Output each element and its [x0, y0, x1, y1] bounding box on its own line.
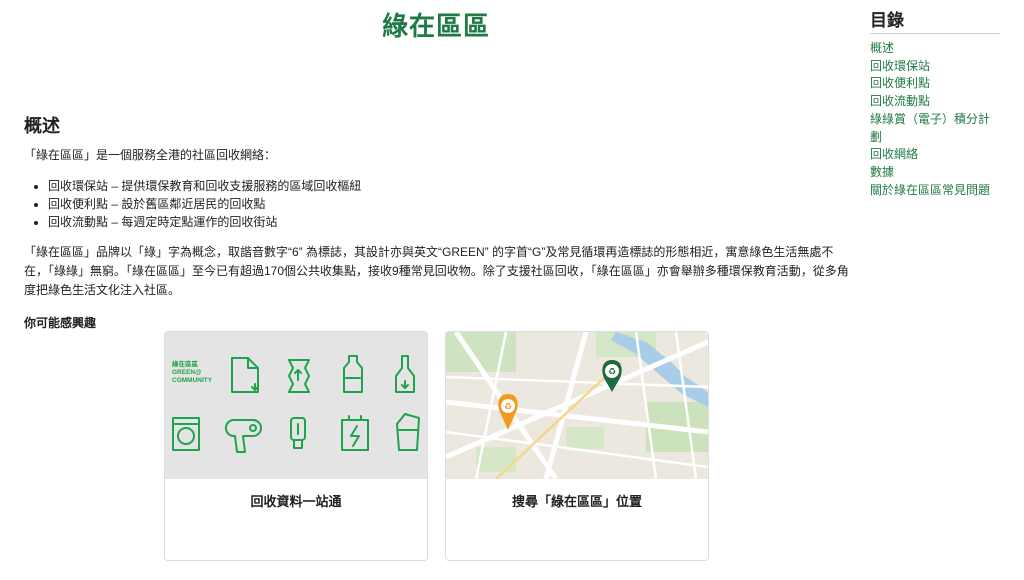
toc-link-overview[interactable]: 概述 — [870, 41, 894, 55]
toc-list: 概述 回收環保站 回收便利點 回收流動點 綠綠賞（電子）積分計劃 回收網絡 數據… — [870, 40, 1000, 199]
svg-text:♻: ♻ — [608, 368, 616, 378]
card-caption[interactable]: 搜尋「綠在區區」位置 — [446, 491, 708, 510]
toc-item[interactable]: 回收環保站 — [870, 58, 1000, 76]
toc-link-recycling-spots[interactable]: 回收便利點 — [870, 76, 930, 90]
map-image: ♻ ♻ — [446, 332, 708, 479]
list-item: 回收便利點 – 設於舊區鄰近居民的回收點 — [48, 195, 854, 213]
card-location-search[interactable]: ♻ ♻ 搜尋「綠在區區」位置 — [445, 331, 709, 561]
toc-item[interactable]: 綠綠賞（電子）積分計劃 — [870, 111, 1000, 146]
toc-item[interactable]: 關於綠在區區常見問題 — [870, 182, 1000, 200]
page-title: 綠在區區 — [381, 11, 490, 41]
overview-intro: 「綠在區區」是一個服務全港的社區回收網絡： — [24, 148, 277, 162]
toc-link-network[interactable]: 回收網絡 — [870, 147, 918, 161]
toc-item[interactable]: 回收流動點 — [870, 93, 1000, 111]
card-caption[interactable]: 回收資料一站通 — [165, 491, 427, 510]
overview-heading: 概述 — [24, 116, 60, 136]
logo-line: COMMUNITY — [172, 377, 213, 384]
toc-item[interactable]: 概述 — [870, 40, 1000, 58]
svg-text:♻: ♻ — [504, 403, 512, 413]
toc-link-data[interactable]: 數據 — [870, 165, 894, 179]
overview-bullet-list: 回收環保站 – 提供環保教育和回收支援服務的區域回收樞紐 回收便利點 – 設於舊… — [24, 177, 854, 231]
list-item: 回收環保站 – 提供環保教育和回收支援服務的區域回收樞紐 — [48, 177, 854, 195]
logo-line: 綠在區區 — [172, 359, 199, 368]
toc-item[interactable]: 回收網絡 — [870, 146, 1000, 164]
card-recycling-info[interactable]: 綠在區區 GREEN@ COMMUNITY 回收資料一站通 — [164, 331, 428, 561]
toc-link-green-rewards[interactable]: 綠綠賞（電子）積分計劃 — [870, 112, 990, 144]
logo-line: GREEN@ — [172, 369, 201, 376]
main-content: 概述 「綠在區區」是一個服務全港的社區回收網絡： 回收環保站 – 提供環保教育和… — [24, 112, 854, 331]
toc-link-recycling-stores[interactable]: 回收環保站 — [870, 59, 930, 73]
toc-title: 目錄 — [870, 6, 1000, 34]
toc-link-mobile-points[interactable]: 回收流動點 — [870, 94, 930, 108]
recyclables-icons-image: 綠在區區 GREEN@ COMMUNITY — [165, 332, 427, 479]
table-of-contents: 目錄 概述 回收環保站 回收便利點 回收流動點 綠綠賞（電子）積分計劃 回收網絡… — [870, 6, 1000, 199]
list-item: 回收流動點 – 每週定時定點運作的回收街站 — [48, 213, 854, 231]
toc-link-faq[interactable]: 關於綠在區區常見問題 — [870, 183, 990, 197]
overview-description: 「綠在區區」品牌以「綠」字為概念，取諧音數字“6” 為標誌，其設計亦與英文“GR… — [24, 245, 849, 297]
toc-item[interactable]: 回收便利點 — [870, 75, 1000, 93]
toc-item[interactable]: 數據 — [870, 164, 1000, 182]
interest-heading: 你可能感興趣 — [24, 316, 97, 330]
